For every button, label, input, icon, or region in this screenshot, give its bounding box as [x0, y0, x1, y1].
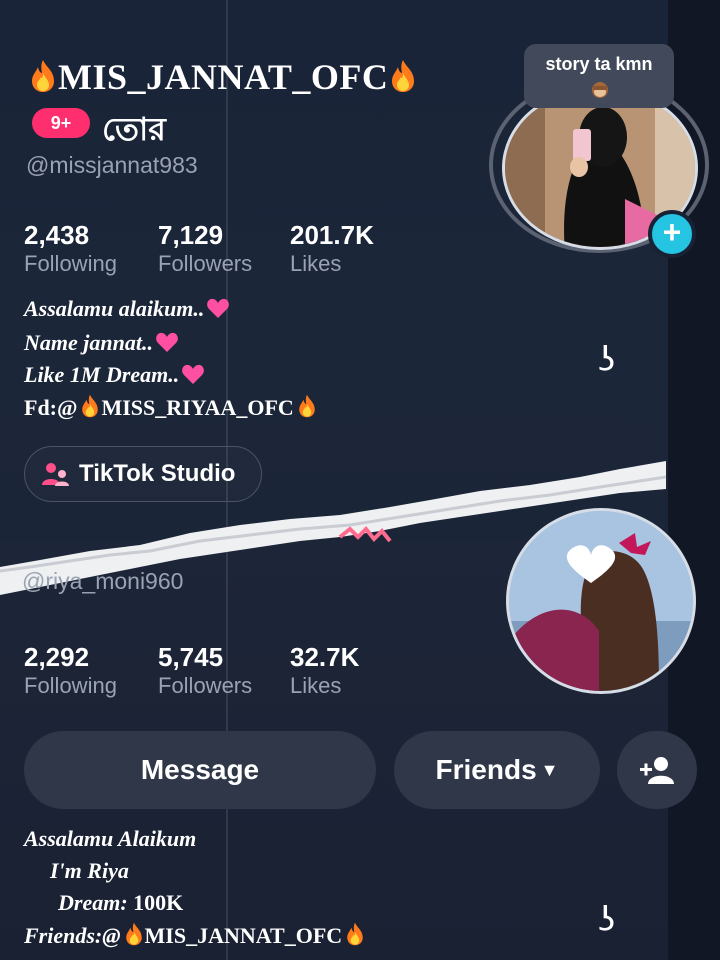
stat-label: Likes [290, 251, 342, 276]
fire-icon [82, 394, 99, 418]
stat-label: Following [24, 251, 117, 276]
decorative-glyph: ʖ [598, 340, 616, 380]
follow-plus-button[interactable]: + [648, 210, 696, 258]
bio-friend-mention[interactable]: MISS_RIYAA_OFC [101, 395, 293, 420]
fire-icon [32, 60, 54, 92]
stat-value: 2,438 [24, 220, 90, 250]
notification-badge[interactable]: 9+ [32, 108, 90, 138]
caret-down-icon: ▼ [540, 760, 559, 780]
heart-icon [182, 364, 205, 384]
second-profile-avatar[interactable] [506, 508, 696, 694]
stat-likes[interactable]: 201.7K Likes [290, 220, 374, 277]
monkey-emoji-icon [592, 82, 608, 98]
dream-value: 100K [133, 890, 184, 915]
second-avatar-photo [509, 511, 693, 691]
story-note-bubble[interactable]: story ta kmn [524, 44, 674, 108]
second-stat-likes[interactable]: 32.7K Likes [290, 642, 359, 699]
stat-label: Followers [158, 673, 253, 698]
friends-dropdown-button[interactable]: Friends ▼ [394, 731, 600, 809]
fire-icon [347, 922, 363, 946]
add-friend-button[interactable] [617, 731, 697, 809]
second-bio-line: I'm Riya [50, 858, 129, 883]
note-text: story ta kmn [545, 54, 653, 74]
stat-label: Followers [158, 251, 253, 276]
second-stat-followers[interactable]: 5,745 Followers [158, 642, 252, 699]
stat-label: Likes [290, 673, 342, 698]
second-bio-dream: Dream: 100K [58, 890, 183, 916]
display-name-text: MIS_JANNAT_OFC [58, 57, 389, 97]
friends-mention[interactable]: MIS_JANNAT_OFC [145, 923, 343, 948]
stat-following[interactable]: 2,438 Following [24, 220, 117, 277]
friends-button-label: Friends [435, 754, 537, 785]
bio-line: Name jannat.. [24, 330, 179, 356]
profile-tag-text: তোর [102, 110, 166, 148]
second-bio-line: Assalamu Alaikum [24, 826, 197, 851]
stat-label: Following [24, 673, 117, 698]
heart-icon [156, 332, 178, 352]
second-bio-friends: Friends:@ MIS_JANNAT_OFC [24, 922, 366, 949]
stat-value: 201.7K [290, 220, 374, 250]
fire-icon [392, 60, 415, 92]
second-profile-username: @riya_moni960 [22, 568, 184, 594]
bio-line: Like 1M Dream.. [24, 362, 205, 388]
stat-followers[interactable]: 7,129 Followers [158, 220, 252, 277]
bio-line: Assalamu alaikum.. [24, 296, 230, 322]
second-stat-following[interactable]: 2,292 Following [24, 642, 117, 699]
fire-icon [125, 922, 142, 946]
bio-friend-line: Fd:@ MISS_RIYAA_OFC [24, 394, 318, 421]
add-user-icon [640, 757, 674, 784]
decorative-glyph: ʖ [598, 900, 616, 940]
profile-username: @missjannat983 [26, 152, 198, 178]
profile-display-name: MIS_JANNAT_OFC [28, 56, 418, 98]
fire-icon [299, 394, 315, 418]
stat-value: 2,292 [24, 642, 90, 672]
heart-icon [207, 298, 230, 318]
stat-value: 7,129 [158, 220, 224, 250]
dream-label: Dream: [58, 890, 128, 915]
message-button[interactable]: Message [24, 731, 376, 809]
plus-icon: + [662, 214, 682, 250]
stat-value: 5,745 [158, 642, 224, 672]
stat-value: 32.7K [290, 642, 360, 672]
